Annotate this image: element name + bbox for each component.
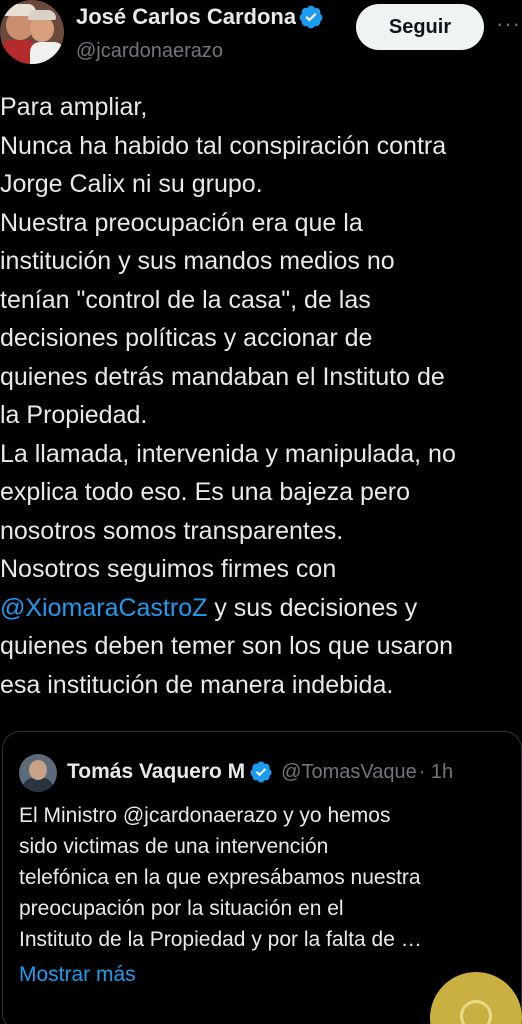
more-options-icon[interactable]: ··· xyxy=(496,13,522,40)
compose-icon xyxy=(460,1000,492,1024)
tweet-body: Para ampliar, Nunca ha habido tal conspi… xyxy=(0,88,522,704)
quoted-author-avatar[interactable] xyxy=(19,754,57,792)
author-name[interactable]: José Carlos Cardona xyxy=(76,4,296,30)
quoted-tweet[interactable]: Tomás Vaquero M @TomasVaque · 1h El Mini… xyxy=(2,731,522,1024)
author-name-row: José Carlos Cardona xyxy=(76,4,354,30)
tweet-header: José Carlos Cardona @jcardonaerazo Segui… xyxy=(0,0,522,80)
quoted-tweet-text: El Ministro @jcardonaerazo y yo hemos si… xyxy=(19,804,422,951)
mention-link[interactable]: @XiomaraCastroZ xyxy=(0,594,207,622)
follow-button[interactable]: Seguir xyxy=(356,4,484,50)
verified-badge-icon xyxy=(299,5,323,29)
quoted-author-name[interactable]: Tomás Vaquero M xyxy=(67,760,245,784)
quoted-tweet-header: Tomás Vaquero M @TomasVaque · 1h xyxy=(67,760,517,784)
author-handle[interactable]: @jcardonaerazo xyxy=(76,40,223,63)
verified-badge-icon xyxy=(250,761,272,783)
show-more-link[interactable]: Mostrar más xyxy=(19,963,136,987)
quoted-tweet-time[interactable]: · 1h xyxy=(419,761,453,784)
author-avatar[interactable] xyxy=(0,0,64,64)
quoted-author-handle[interactable]: @TomasVaque xyxy=(281,761,417,784)
tweet-text-part-1: Para ampliar, Nunca ha habido tal conspi… xyxy=(0,93,456,583)
